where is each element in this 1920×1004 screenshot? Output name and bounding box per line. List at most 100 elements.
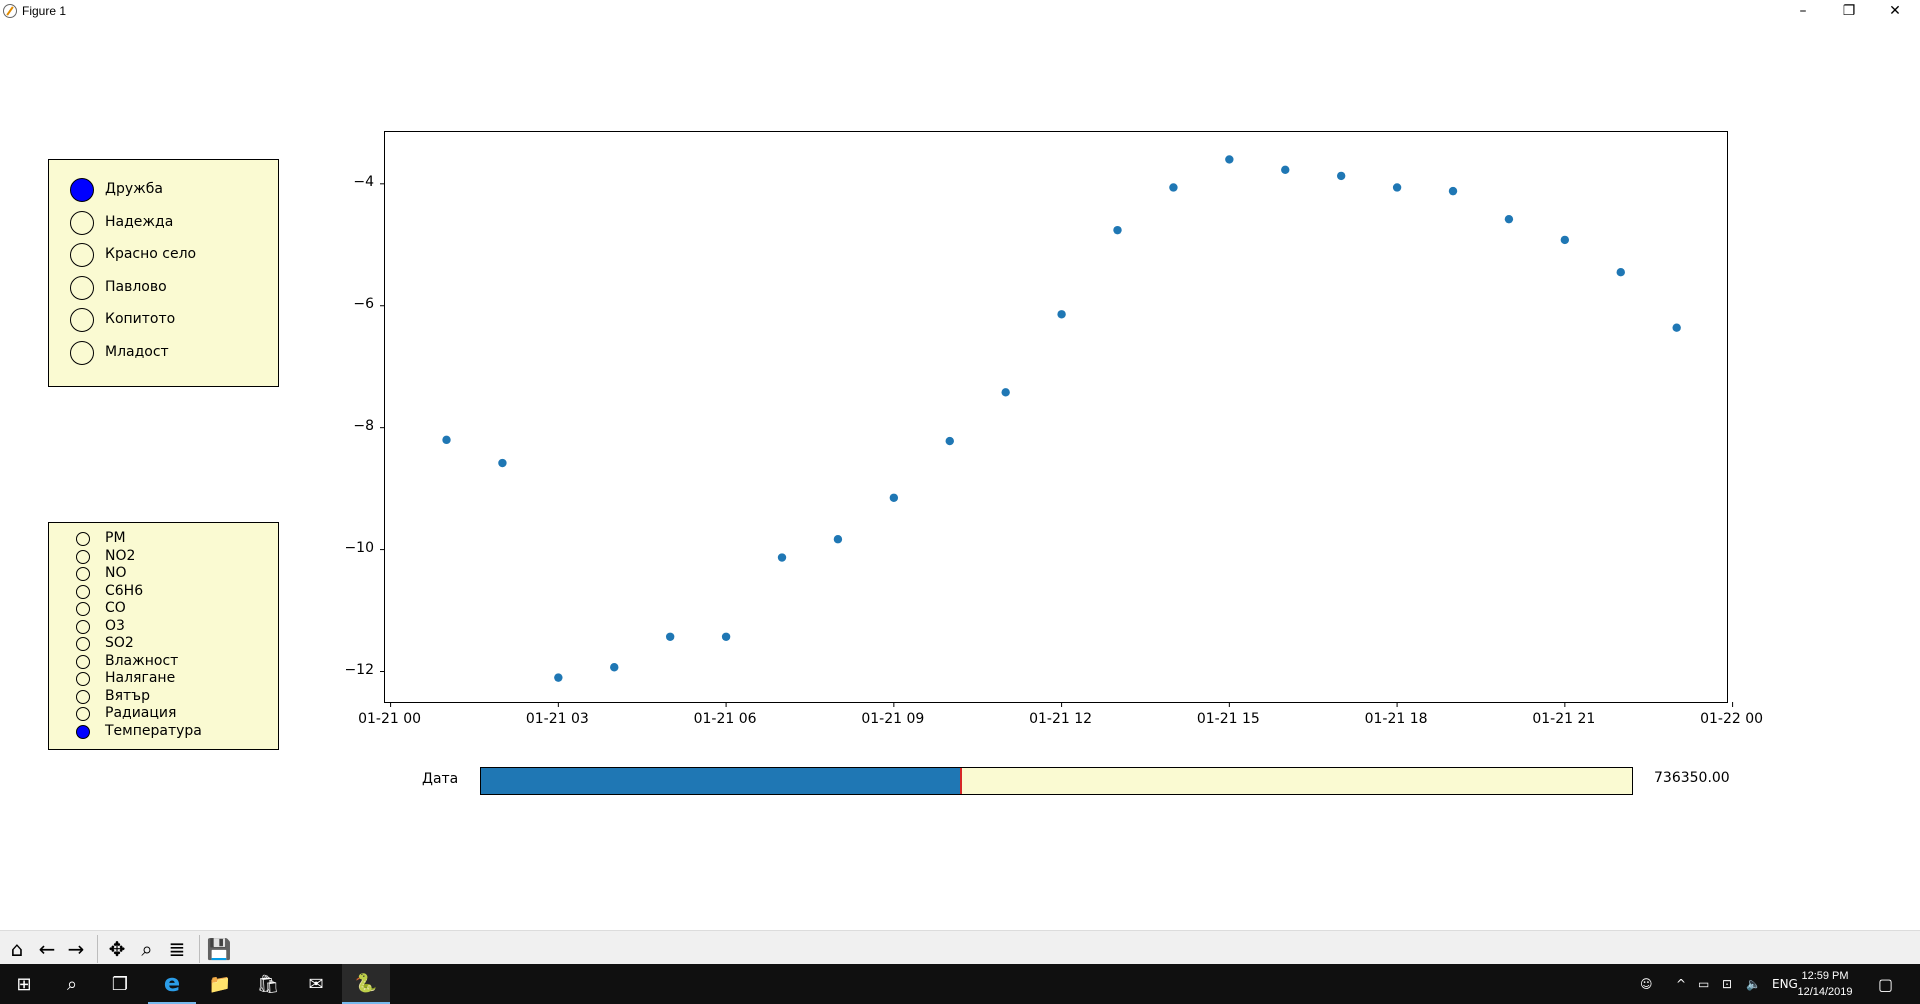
radio-button-circle[interactable] [76,532,90,546]
scatter-point [1113,225,1122,235]
radio-button-circle[interactable] [70,243,94,267]
x-tick-label: 01-21 03 [525,711,589,727]
radio-label: CO [105,600,126,616]
radio-button-circle[interactable] [70,178,94,202]
radio-label: Радиация [105,705,177,721]
people-icon[interactable]: ☺ [1640,964,1653,1004]
python-icon[interactable]: 🐍 [342,964,390,1004]
parameter-radio-panel: PM NO2 NO C6H6 CO O3 SO2 Влажност Налягане Вятър Р… [48,522,279,750]
station-radio-option[interactable]: Копитото [49,308,278,332]
x-tick-label: 01-21 09 [861,711,925,727]
scatter-point [889,493,899,502]
x-tick-label: 01-21 12 [1029,711,1093,727]
save-icon[interactable]: 💾 [206,936,232,962]
station-radio-option[interactable]: Красно село [49,243,278,267]
date-slider-label: Дата [422,771,459,787]
radio-label: Налягане [105,670,176,686]
date-slider-value: 736350.00 [1654,770,1730,786]
toolbar-separator [199,935,200,963]
scatter-point [1336,171,1346,181]
radio-button-circle[interactable] [76,689,90,704]
radio-label: Павлово [105,278,167,295]
scatter-point [498,458,507,468]
back-icon[interactable]: ← [34,936,60,962]
show-hidden-icons-icon[interactable]: ^ [1676,964,1686,1004]
radio-label: C6H6 [105,582,144,599]
radio-button-circle[interactable] [70,210,94,235]
volume-icon[interactable]: 🔈 [1746,964,1761,1004]
radio-button-circle[interactable] [76,567,90,581]
radio-button-circle[interactable] [76,724,90,739]
forward-icon[interactable]: → [63,936,89,962]
scatter-point [721,632,731,641]
radio-button-circle[interactable] [76,637,90,651]
radio-button-circle[interactable] [76,584,90,599]
matplotlib-app-icon [3,4,17,18]
scatter-point [1225,155,1234,164]
zoom-icon[interactable]: ⌕ [134,936,160,962]
y-tick-label: −12 [344,661,374,678]
station-radio-option[interactable]: Младост [49,340,278,365]
battery-icon[interactable]: ▭ [1698,964,1709,1004]
radio-label: Влажност [105,652,179,669]
radio-label: Красно село [105,246,197,262]
task-view-icon[interactable]: ❐ [96,964,144,1004]
radio-label: Младост [105,343,169,360]
home-icon[interactable]: ⌂ [4,936,30,962]
radio-button-circle[interactable] [76,707,90,721]
pan-icon[interactable]: ✥ [104,936,130,962]
station-radio-option[interactable]: Надежда [49,210,278,235]
x-tick-label: 01-21 21 [1532,711,1596,727]
radio-label: Надежда [105,213,174,230]
scatter-point [945,436,954,446]
radio-button-circle[interactable] [76,672,90,686]
station-radio-option[interactable]: Дружба [49,178,278,202]
scatter-plot [380,155,1734,707]
store-icon[interactable]: 🛍 [244,964,292,1004]
scatter-point [1448,186,1458,196]
scatter-point [1392,183,1402,192]
scatter-point [833,535,843,544]
date-slider[interactable] [480,767,1633,795]
y-tick-label: −8 [353,417,374,434]
radio-button-circle[interactable] [70,340,94,365]
system-clock[interactable]: 12:59 PM 12/14/2019 [1790,968,1860,1000]
edge-icon[interactable]: e [148,964,196,1004]
action-center-icon[interactable]: ▢ [1878,964,1893,1004]
radio-button-circle[interactable] [76,654,90,669]
navigation-toolbar: ⌂ ← → ✥ ⌕ ≣ 💾 [0,930,1920,965]
radio-button-circle[interactable] [76,602,90,616]
parameter-radio-option[interactable]: Температура [49,722,278,742]
x-tick-label: 01-21 00 [358,711,422,727]
date-slider-fill [481,768,961,794]
radio-button-circle[interactable] [76,619,90,634]
scatter-point [1169,183,1178,192]
network-icon[interactable]: ⊡ [1722,964,1732,1004]
scatter-point [442,435,451,445]
radio-button-circle[interactable] [70,275,94,300]
mail-icon[interactable]: ✉ [292,964,340,1004]
configure-subplots-icon[interactable]: ≣ [164,936,190,962]
y-tick-label: −6 [353,295,374,312]
file-explorer-icon[interactable]: 📁 [196,964,244,1004]
close-button[interactable]: ✕ [1872,0,1918,24]
station-radio-option[interactable]: Павлово [49,275,278,300]
radio-button-circle[interactable] [70,308,94,332]
scatter-point [1504,214,1514,224]
radio-label: Копитото [105,311,176,327]
radio-label: NO [105,565,127,581]
radio-button-circle[interactable] [76,549,90,564]
minimize-button[interactable]: – [1780,0,1826,24]
restore-button[interactable]: ❐ [1826,0,1872,24]
search-icon[interactable]: ⌕ [48,964,96,1004]
scatter-point [1672,323,1681,332]
start-icon[interactable]: ⊞ [0,964,48,1004]
scatter-point [1560,235,1570,245]
scatter-point [1281,165,1290,174]
date-slider-handle[interactable] [959,768,962,794]
scatter-point [1616,268,1625,277]
x-tick-label: 01-22 00 [1700,711,1764,727]
scatter-point [610,663,619,672]
windows-taskbar: ⊞ ⌕ ❐ e 📁 🛍 ✉ 🐍 ☺ ^ ▭ ⊡ 🔈 ENG 12:59 PM 1… [0,964,1920,1004]
radio-label: Температура [105,722,202,739]
